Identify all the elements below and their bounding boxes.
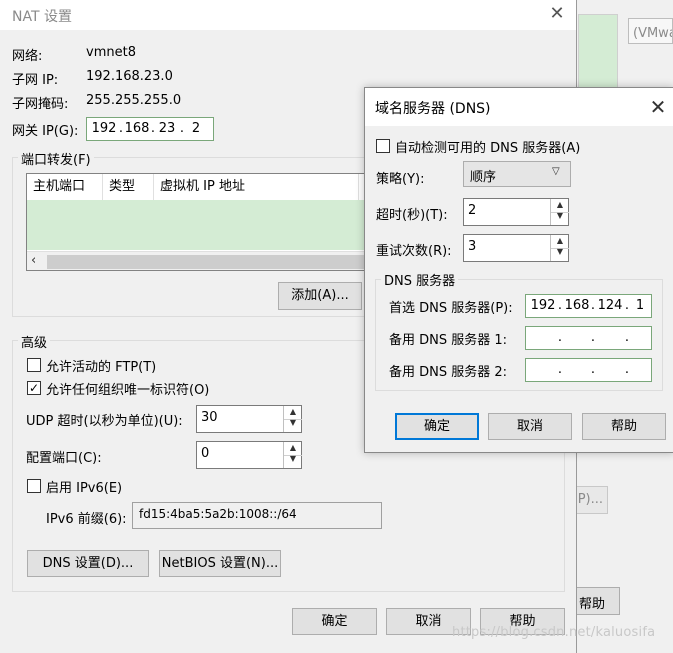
- preferred-dns-octet-4[interactable]: 1: [629, 298, 651, 313]
- dns-ok-button[interactable]: 确定: [395, 413, 479, 440]
- preferred-dns-octet-1[interactable]: 192: [528, 298, 558, 313]
- dns-settings-button[interactable]: DNS 设置(D)...: [27, 550, 149, 577]
- dns-cancel-button[interactable]: 取消: [488, 413, 572, 440]
- enable-ipv6-checkbox[interactable]: [27, 479, 41, 493]
- dns-dialog-title: 域名服务器 (DNS): [375, 101, 491, 117]
- ip-dot: .: [557, 362, 563, 377]
- udp-timeout-label: UDP 超时(以秒为单位)(U):: [26, 414, 183, 429]
- retries-value[interactable]: 3: [468, 239, 476, 254]
- dns-dialog: 域名服务器 (DNS) ✕ 自动检测可用的 DNS 服务器(A) 策略(Y): …: [364, 87, 673, 453]
- gateway-ip-octet-4[interactable]: 2: [185, 121, 207, 136]
- table-body: [27, 200, 375, 250]
- preferred-dns-octet-2[interactable]: 168: [563, 298, 591, 313]
- config-port-label: 配置端口(C):: [26, 451, 102, 466]
- column-header-type[interactable]: 类型: [103, 174, 154, 200]
- gateway-ip-label: 网关 IP(G):: [12, 124, 79, 139]
- close-icon[interactable]: ✕: [544, 2, 570, 26]
- advanced-legend: 高级: [18, 332, 51, 351]
- config-port-stepper[interactable]: 0 ▲ ▼: [196, 441, 302, 469]
- ip-dot: .: [590, 362, 596, 377]
- config-port-value[interactable]: 0: [201, 446, 209, 461]
- nat-titlebar: NAT 设置 ✕: [0, 0, 576, 30]
- allow-oui-checkbox[interactable]: ✓: [27, 381, 41, 395]
- nat-window-title: NAT 设置: [12, 9, 72, 25]
- background-network-label: (VMware 网络(W): [628, 18, 673, 44]
- port-forwarding-table[interactable]: 主机端口 类型 虚拟机 IP 地址 描 ‹: [26, 173, 376, 271]
- alternate-dns-1-field[interactable]: . . .: [525, 326, 652, 350]
- ip-dot: .: [590, 330, 596, 345]
- retries-stepper[interactable]: 3 ▲ ▼: [463, 234, 569, 262]
- spin-down-icon[interactable]: ▼: [284, 418, 302, 431]
- subnet-ip-label: 子网 IP:: [12, 73, 59, 88]
- nat-ok-button[interactable]: 确定: [292, 608, 377, 635]
- subnet-mask-label: 子网掩码:: [12, 97, 69, 112]
- spin-down-icon[interactable]: ▼: [551, 211, 569, 224]
- network-value: vmnet8: [86, 45, 136, 60]
- scrollbar-thumb[interactable]: [47, 255, 375, 269]
- network-label: 网络:: [12, 49, 43, 64]
- allow-ftp-checkbox[interactable]: [27, 358, 41, 372]
- policy-select[interactable]: 顺序 ▽: [463, 161, 571, 187]
- alternate-dns-2-field[interactable]: . . .: [525, 358, 652, 382]
- timeout-label: 超时(秒)(T):: [376, 208, 448, 223]
- policy-value[interactable]: 顺序: [470, 166, 496, 185]
- column-header-host-port[interactable]: 主机端口: [27, 174, 103, 200]
- dns-help-button[interactable]: 帮助: [582, 413, 666, 440]
- preferred-dns-field[interactable]: 192 . 168 . 124 . 1: [525, 294, 652, 318]
- column-header-vm-ip[interactable]: 虚拟机 IP 地址: [154, 174, 359, 200]
- dns-titlebar: 域名服务器 (DNS) ✕: [365, 88, 673, 126]
- timeout-stepper[interactable]: 2 ▲ ▼: [463, 198, 569, 226]
- policy-label: 策略(Y):: [376, 172, 425, 187]
- retries-spinner[interactable]: ▲ ▼: [550, 235, 569, 261]
- netbios-settings-button[interactable]: NetBIOS 设置(N)...: [159, 550, 281, 577]
- udp-timeout-spinner[interactable]: ▲ ▼: [283, 406, 302, 432]
- gateway-ip-octet-2[interactable]: 168: [123, 121, 151, 136]
- udp-timeout-stepper[interactable]: 30 ▲ ▼: [196, 405, 302, 433]
- retries-label: 重试次数(R):: [376, 244, 452, 259]
- preferred-dns-octet-3[interactable]: 124: [596, 298, 624, 313]
- port-forwarding-legend: 端口转发(F): [18, 149, 94, 168]
- dns-servers-legend: DNS 服务器: [381, 270, 459, 289]
- ipv6-prefix-field[interactable]: fd15:4ba5:5a2b:1008::/64: [132, 502, 382, 529]
- allow-ftp-label[interactable]: 允许活动的 FTP(T): [46, 356, 156, 375]
- scroll-left-icon[interactable]: ‹: [31, 253, 36, 268]
- timeout-spinner[interactable]: ▲ ▼: [550, 199, 569, 225]
- close-icon[interactable]: ✕: [645, 94, 671, 120]
- enable-ipv6-label[interactable]: 启用 IPv6(E): [46, 477, 122, 496]
- alternate-dns-1-label: 备用 DNS 服务器 1:: [389, 333, 508, 348]
- spin-down-icon[interactable]: ▼: [284, 454, 302, 467]
- ip-dot: .: [557, 330, 563, 345]
- subnet-ip-value: 192.168.23.0: [86, 69, 173, 84]
- spin-down-icon[interactable]: ▼: [551, 247, 569, 260]
- ipv6-prefix-label: IPv6 前缀(6):: [46, 512, 127, 527]
- auto-detect-dns-checkbox[interactable]: [376, 139, 390, 153]
- allow-oui-label[interactable]: 允许任何组织唯一标识符(O): [46, 379, 209, 398]
- background-list-area: [578, 14, 618, 94]
- ip-dot: .: [624, 362, 630, 377]
- gateway-ip-octet-3[interactable]: 23: [155, 121, 179, 136]
- watermark: https://blog.csdn.net/kaluosifa: [452, 625, 656, 640]
- udp-timeout-value[interactable]: 30: [201, 410, 218, 425]
- horizontal-scrollbar[interactable]: ‹: [27, 251, 375, 270]
- ip-dot: .: [624, 330, 630, 345]
- config-port-spinner[interactable]: ▲ ▼: [283, 442, 302, 468]
- add-port-forward-button[interactable]: 添加(A)...: [278, 282, 362, 310]
- timeout-value[interactable]: 2: [468, 203, 476, 218]
- gateway-ip-field[interactable]: 192 . 168 . 23 . 2: [86, 117, 214, 141]
- gateway-ip-octet-1[interactable]: 192: [89, 121, 119, 136]
- auto-detect-dns-label[interactable]: 自动检测可用的 DNS 服务器(A): [395, 137, 580, 156]
- subnet-mask-value: 255.255.255.0: [86, 93, 182, 108]
- alternate-dns-2-label: 备用 DNS 服务器 2:: [389, 365, 508, 380]
- preferred-dns-label: 首选 DNS 服务器(P):: [389, 301, 513, 316]
- chevron-down-icon[interactable]: ▽: [552, 166, 560, 177]
